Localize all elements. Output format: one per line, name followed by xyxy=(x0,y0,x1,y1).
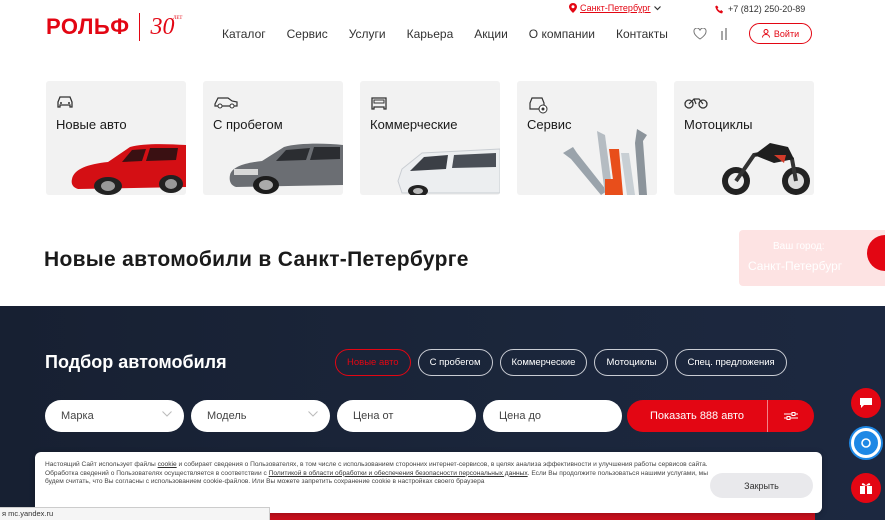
info-icon xyxy=(861,438,871,448)
chip-new-cars[interactable]: Новые авто xyxy=(335,349,411,376)
category-tiles: Новые авто С пробегом Коммерческие Серви… xyxy=(46,81,814,195)
compare-icon[interactable] xyxy=(720,27,730,41)
price-from-input[interactable]: Цена от xyxy=(337,400,476,432)
used-car-icon xyxy=(214,97,238,109)
chip-special-offers[interactable]: Спец. предложения xyxy=(675,349,787,376)
chevron-down-icon xyxy=(653,5,661,10)
city-popup-city: Санкт-Петербург xyxy=(748,259,843,273)
category-motorcycles[interactable]: Мотоциклы xyxy=(674,81,814,195)
nav-career[interactable]: Карьера xyxy=(407,27,454,41)
car-icon xyxy=(57,96,73,108)
chat-button[interactable] xyxy=(851,388,881,418)
page-title: Новые автомобили в Санкт-Петербурге xyxy=(44,248,469,271)
accessibility-button[interactable] xyxy=(851,428,881,458)
privacy-policy-link[interactable]: Политикой в области обработки и обеспече… xyxy=(269,470,528,477)
cookie-banner: Настоящий Сайт использует файлы cookie и… xyxy=(35,452,822,513)
picker-chips: Новые авто С пробегом Коммерческие Мотоц… xyxy=(335,349,787,376)
cookie-text: Настоящий Сайт использует файлы cookie и… xyxy=(45,461,708,485)
chip-commercial[interactable]: Коммерческие xyxy=(499,349,588,376)
location-pin-icon xyxy=(569,3,577,13)
price-to-input[interactable]: Цена до xyxy=(483,400,622,432)
category-commercial[interactable]: Коммерческие xyxy=(360,81,500,195)
logo-divider xyxy=(139,13,141,41)
sliders-icon xyxy=(784,412,798,420)
tools-image xyxy=(563,129,647,195)
price-from-placeholder: Цена от xyxy=(353,410,394,422)
city-popup-caption: Ваш город: xyxy=(773,241,825,252)
nav-service[interactable]: Сервис xyxy=(287,27,328,41)
picker-title: Подбор автомобиля xyxy=(45,352,227,372)
red-car-image xyxy=(71,144,186,195)
chevron-down-icon xyxy=(308,411,318,417)
white-van-image xyxy=(397,148,500,195)
picker-filters: Марка Модель Цена от Цена до xyxy=(45,400,622,432)
user-icon xyxy=(761,29,770,38)
promo-banner-edge xyxy=(220,512,815,520)
motorcycle-image xyxy=(722,143,810,195)
price-to-placeholder: Цена до xyxy=(499,410,542,422)
chip-used-cars[interactable]: С пробегом xyxy=(417,349,493,376)
category-label: Новые авто xyxy=(56,117,127,132)
browser-status-bar: я mc.yandex.ru xyxy=(0,507,270,520)
header: РОЛЬФ 30 ЛЕТ Санкт-Петербург +7 (812) 250… xyxy=(0,0,885,60)
grey-car-image xyxy=(229,143,343,194)
city-popup-button[interactable] xyxy=(867,235,885,271)
nav-catalog[interactable]: Каталог xyxy=(222,27,266,41)
chevron-down-icon xyxy=(162,411,172,417)
logo-text: РОЛЬФ xyxy=(46,14,130,39)
nav-about[interactable]: О компании xyxy=(529,27,595,41)
category-label: С пробегом xyxy=(213,117,283,132)
cookie-close-button[interactable]: Закрыть xyxy=(710,473,813,498)
heart-icon[interactable] xyxy=(693,28,707,40)
category-used-cars[interactable]: С пробегом xyxy=(203,81,343,195)
city-name: Санкт-Петербург xyxy=(580,3,651,13)
phone-icon xyxy=(715,4,724,13)
chip-motorcycles[interactable]: Мотоциклы xyxy=(594,349,669,376)
gift-button[interactable] xyxy=(851,473,881,503)
main-nav: Каталог Сервис Услуги Карьера Акции О ко… xyxy=(222,27,689,41)
phone-link[interactable]: +7 (812) 250-20-89 xyxy=(715,4,805,14)
model-select[interactable]: Модель xyxy=(191,400,330,432)
category-service[interactable]: Сервис xyxy=(517,81,657,195)
category-label: Коммерческие xyxy=(370,117,458,132)
service-icon xyxy=(529,97,548,114)
chat-icon xyxy=(860,398,872,408)
login-label: Войти xyxy=(773,28,800,39)
city-selector[interactable]: Санкт-Петербург xyxy=(569,3,661,13)
logo-anniversary: 30 ЛЕТ xyxy=(150,13,183,40)
category-label: Мотоциклы xyxy=(684,117,753,132)
brand-select[interactable]: Марка xyxy=(45,400,184,432)
show-results-label: Показать 888 авто xyxy=(650,410,744,422)
show-results-button[interactable]: Показать 888 авто xyxy=(627,400,814,432)
cookie-link[interactable]: cookie xyxy=(158,461,177,468)
city-popup[interactable]: Ваш город: Санкт-Петербург xyxy=(739,230,885,286)
brand-placeholder: Марка xyxy=(61,410,94,422)
gift-icon xyxy=(860,483,872,494)
model-placeholder: Модель xyxy=(207,410,247,422)
page: РОЛЬФ 30 ЛЕТ Санкт-Петербург +7 (812) 250… xyxy=(0,0,885,520)
nav-promotions[interactable]: Акции xyxy=(474,27,508,41)
login-button[interactable]: Войти xyxy=(749,23,812,44)
phone-number: +7 (812) 250-20-89 xyxy=(728,4,806,14)
nav-contacts[interactable]: Контакты xyxy=(616,27,668,41)
logo[interactable]: РОЛЬФ 30 ЛЕТ xyxy=(46,13,183,41)
motorcycle-icon xyxy=(684,98,708,109)
filter-settings-button[interactable] xyxy=(768,411,814,421)
van-icon xyxy=(371,97,387,110)
nav-services[interactable]: Услуги xyxy=(349,27,386,41)
category-new-cars[interactable]: Новые авто xyxy=(46,81,186,195)
